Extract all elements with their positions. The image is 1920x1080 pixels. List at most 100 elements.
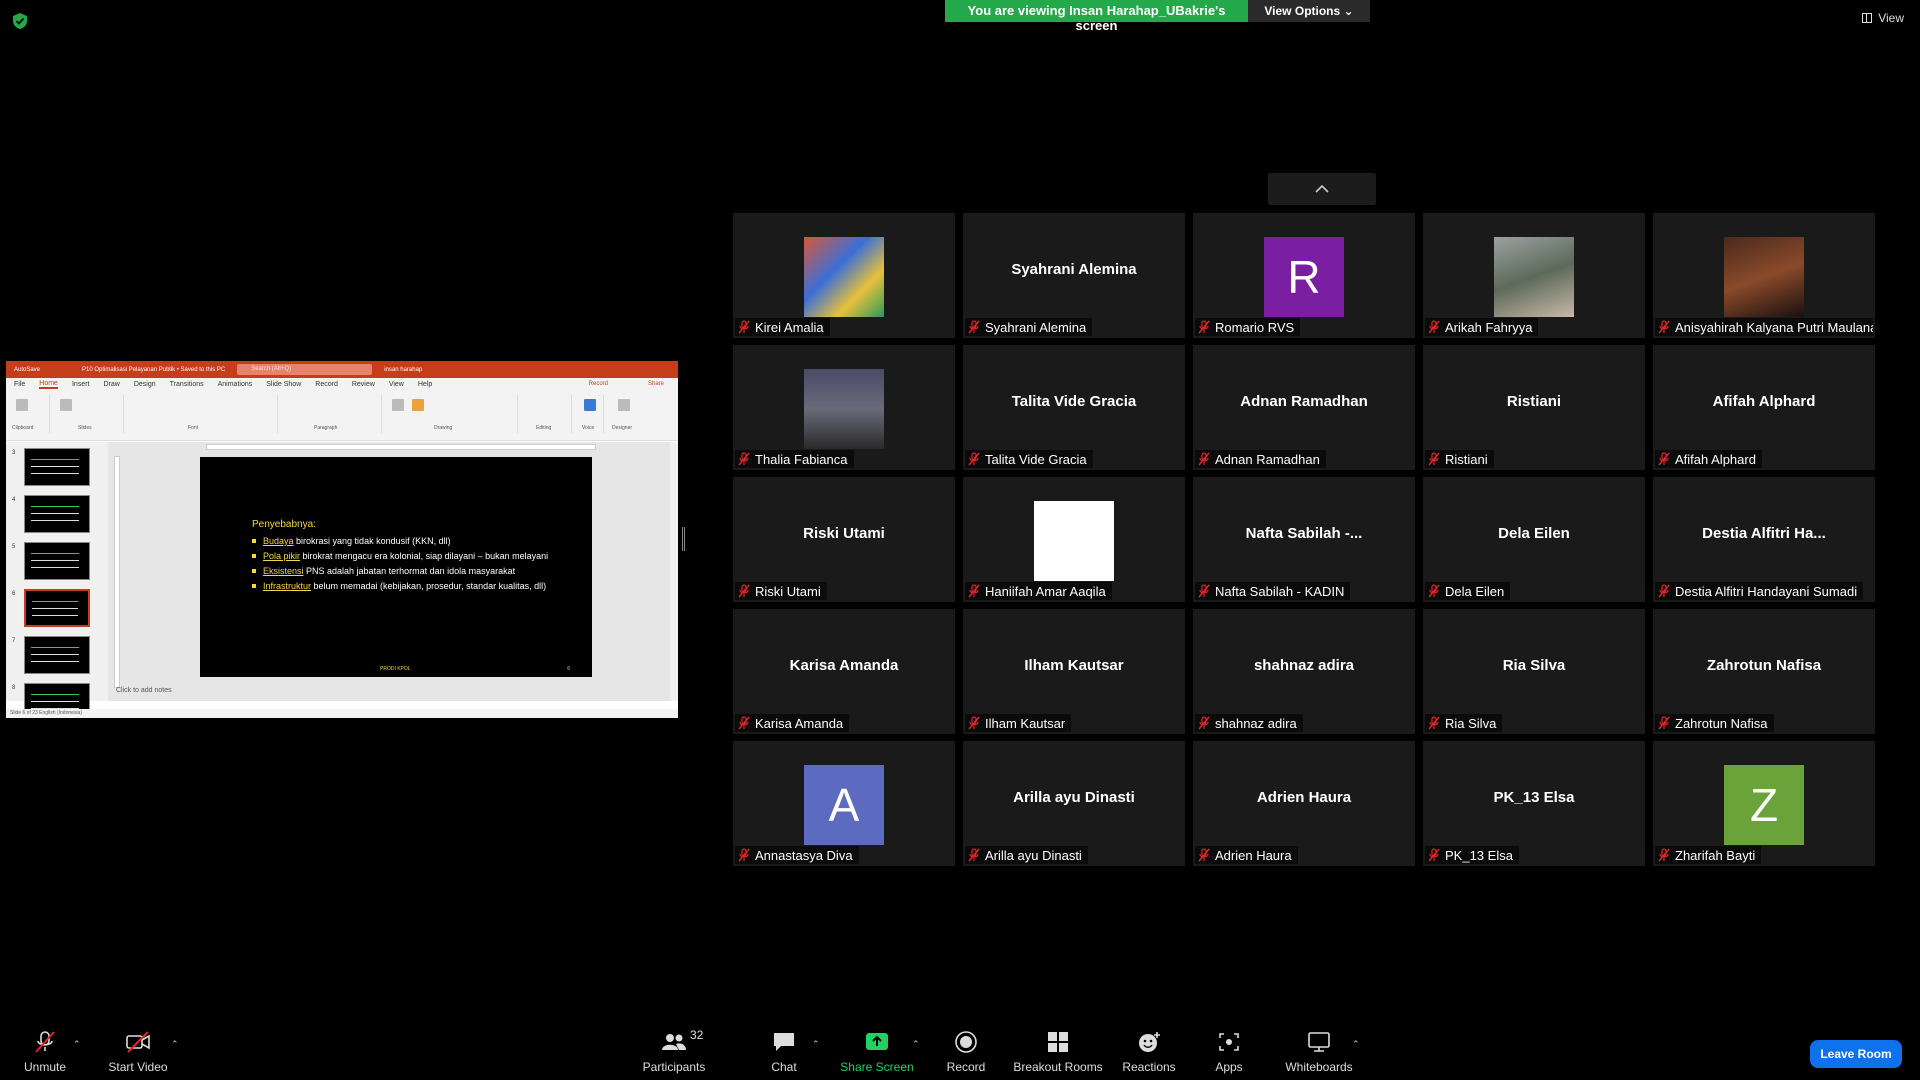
arrange-icon[interactable] bbox=[412, 399, 424, 411]
ppt-tab[interactable]: View bbox=[389, 381, 404, 388]
participant-tile[interactable]: Ilham Kautsar Ilham Kautsar bbox=[963, 609, 1185, 734]
start-video-button[interactable]: Start Video bbox=[83, 1030, 193, 1074]
participant-name-label: Riski Utami bbox=[735, 582, 827, 600]
mic-muted-icon bbox=[1658, 716, 1670, 730]
ppt-search-box[interactable]: Search (Alt+Q) bbox=[237, 364, 373, 375]
slide-heading: Penyebabnya: bbox=[252, 519, 316, 530]
participant-tile[interactable]: Afifah Alphard Afifah Alphard bbox=[1653, 345, 1875, 470]
ppt-tab[interactable]: File bbox=[14, 381, 25, 388]
current-slide[interactable]: Penyebabnya: Budaya birokrasi yang tidak… bbox=[200, 457, 592, 677]
participant-tile[interactable]: Syahrani Alemina Syahrani Alemina bbox=[963, 213, 1185, 338]
ppt-tab[interactable]: Animations bbox=[218, 381, 253, 388]
horizontal-ruler bbox=[206, 444, 596, 450]
share-button[interactable]: Share bbox=[648, 381, 664, 387]
participant-name: Riski Utami bbox=[755, 583, 821, 599]
mic-muted-icon bbox=[1428, 848, 1440, 862]
slide-thumbnail[interactable] bbox=[24, 542, 90, 580]
breakout-rooms-icon bbox=[1048, 1032, 1068, 1052]
slide-bullet: Eksistensi PNS adalah jabatan terhormat … bbox=[252, 565, 562, 577]
participant-name: Arikah Fahryya bbox=[1445, 319, 1533, 335]
whiteboards-button[interactable]: Whiteboards bbox=[1264, 1030, 1374, 1074]
autosave-label[interactable]: AutoSave bbox=[14, 367, 40, 373]
mic-muted-icon bbox=[968, 716, 980, 730]
participant-center-name: Zahrotun Nafisa bbox=[1706, 657, 1822, 674]
participant-tile[interactable]: Adnan Ramadhan Adnan Ramadhan bbox=[1193, 345, 1415, 470]
view-options-button[interactable]: View Options ⌄ bbox=[1248, 0, 1370, 22]
participant-tile[interactable]: Adrien Haura Adrien Haura bbox=[1193, 741, 1415, 866]
participant-center-name: Destia Alfitri Ha... bbox=[1702, 525, 1826, 542]
participant-tile[interactable]: Destia Alfitri Ha... Destia Alfitri Handa… bbox=[1653, 477, 1875, 602]
slide-thumbnail[interactable] bbox=[24, 589, 90, 627]
record-button[interactable]: Record bbox=[589, 381, 608, 387]
designer-icon[interactable] bbox=[618, 399, 630, 411]
share-banner-text: You are viewing Insan Harahap_UBakrie's … bbox=[945, 0, 1248, 33]
participant-tile[interactable]: Talita Vide Gracia Talita Vide Gracia bbox=[963, 345, 1185, 470]
ppt-tab[interactable]: Design bbox=[134, 381, 156, 388]
chat-options-caret[interactable]: ⌃ bbox=[812, 1039, 820, 1050]
shapes-icon[interactable] bbox=[392, 399, 404, 411]
collapse-gallery-button[interactable] bbox=[1268, 173, 1376, 205]
participant-tile[interactable]: Zahrotun Nafisa Zahrotun Nafisa bbox=[1653, 609, 1875, 734]
chevron-down-icon: ⌄ bbox=[1343, 4, 1354, 18]
vertical-scrollbar[interactable] bbox=[670, 442, 678, 701]
ribbon-group-designer: Designer bbox=[608, 395, 642, 433]
mic-muted-icon bbox=[1658, 452, 1670, 466]
slide-thumbnail-number: 7 bbox=[12, 638, 16, 644]
ppt-workspace: 3 4 5 6 7 8 Penyebabnya: Budaya birokrasi yan… bbox=[6, 442, 678, 718]
slide-thumbnail[interactable] bbox=[24, 448, 90, 486]
leave-room-button[interactable]: Leave Room bbox=[1810, 1040, 1902, 1068]
participant-tile[interactable]: Kirei Amalia bbox=[733, 213, 955, 338]
participant-center-name: Arilla ayu Dinasti bbox=[1013, 789, 1135, 806]
mic-muted-icon bbox=[1198, 716, 1210, 730]
bullet-text: birokrasi yang tidak kondusif (KKN, dll) bbox=[293, 536, 451, 546]
participant-name: Romario RVS bbox=[1215, 319, 1295, 335]
view-button[interactable]: View bbox=[1862, 11, 1904, 25]
participant-tile[interactable]: Z Zharifah Bayti bbox=[1653, 741, 1875, 866]
participant-tile[interactable]: PK_13 Elsa PK_13 Elsa bbox=[1423, 741, 1645, 866]
participant-name-label: Syahrani Alemina bbox=[965, 318, 1093, 336]
participant-tile[interactable]: R Romario RVS bbox=[1193, 213, 1415, 338]
ppt-tab[interactable]: Record bbox=[315, 381, 338, 388]
participant-tile[interactable]: Thalia Fabianca bbox=[733, 345, 955, 470]
slide-thumbnail[interactable] bbox=[24, 636, 90, 674]
new-slide-icon[interactable] bbox=[60, 399, 72, 411]
whiteboard-options-caret[interactable]: ⌃ bbox=[1352, 1039, 1360, 1050]
ppt-tab[interactable]: Insert bbox=[72, 381, 90, 388]
participant-tile[interactable]: Ristiani Ristiani bbox=[1423, 345, 1645, 470]
participant-tile[interactable]: Ria Silva Ria Silva bbox=[1423, 609, 1645, 734]
participant-name: Haniifah Amar Aaqila bbox=[985, 583, 1106, 599]
participant-tile[interactable]: Haniifah Amar Aaqila bbox=[963, 477, 1185, 602]
participant-tile[interactable]: Arilla ayu Dinasti Arilla ayu Dinasti bbox=[963, 741, 1185, 866]
ppt-tab[interactable]: Home bbox=[39, 380, 58, 389]
participant-tile[interactable]: Anisyahirah Kalyana Putri Maulana bbox=[1653, 213, 1875, 338]
ppt-tab[interactable]: Review bbox=[352, 381, 375, 388]
ppt-tab[interactable]: Draw bbox=[103, 381, 119, 388]
participant-tile[interactable]: Arikah Fahryya bbox=[1423, 213, 1645, 338]
participant-name-label: Romario RVS bbox=[1195, 318, 1301, 336]
split-resize-handle[interactable] bbox=[682, 527, 685, 551]
participant-tile[interactable]: Karisa Amanda Karisa Amanda bbox=[733, 609, 955, 734]
participant-name-label: PK_13 Elsa bbox=[1425, 846, 1519, 864]
audio-options-caret[interactable]: ⌃ bbox=[73, 1039, 81, 1050]
ppt-tab[interactable]: Transitions bbox=[170, 381, 204, 388]
notes-placeholder[interactable]: Click to add notes bbox=[116, 687, 172, 694]
slide-thumbnail[interactable] bbox=[24, 495, 90, 533]
participant-name-label: Ristiani bbox=[1425, 450, 1494, 468]
profile-picture bbox=[1494, 237, 1574, 317]
ppt-tab[interactable]: Slide Show bbox=[266, 381, 301, 388]
participants-button[interactable]: Participants bbox=[619, 1030, 729, 1074]
dictate-icon[interactable] bbox=[584, 399, 596, 411]
participant-center-name: Nafta Sabilah -... bbox=[1245, 525, 1363, 542]
participant-tile[interactable]: Riski Utami Riski Utami bbox=[733, 477, 955, 602]
participant-tile[interactable]: Nafta Sabilah -... Nafta Sabilah - KADIN bbox=[1193, 477, 1415, 602]
participant-gallery: Kirei Amalia Syahrani Alemina Syahrani Ale… bbox=[733, 213, 1878, 867]
paste-icon[interactable] bbox=[16, 399, 28, 411]
participant-tile[interactable]: Dela Eilen Dela Eilen bbox=[1423, 477, 1645, 602]
participant-tile[interactable]: A Annastasya Diva bbox=[733, 741, 955, 866]
shared-screen[interactable]: AutoSave P10 Optimalisasi Pelayanan Publ… bbox=[6, 361, 678, 718]
shield-icon[interactable] bbox=[12, 12, 28, 30]
ppt-tab[interactable]: Help bbox=[418, 381, 432, 388]
participant-tile[interactable]: shahnaz adira shahnaz adira bbox=[1193, 609, 1415, 734]
video-options-caret[interactable]: ⌃ bbox=[171, 1039, 179, 1050]
reactions-icon bbox=[1139, 1032, 1160, 1052]
